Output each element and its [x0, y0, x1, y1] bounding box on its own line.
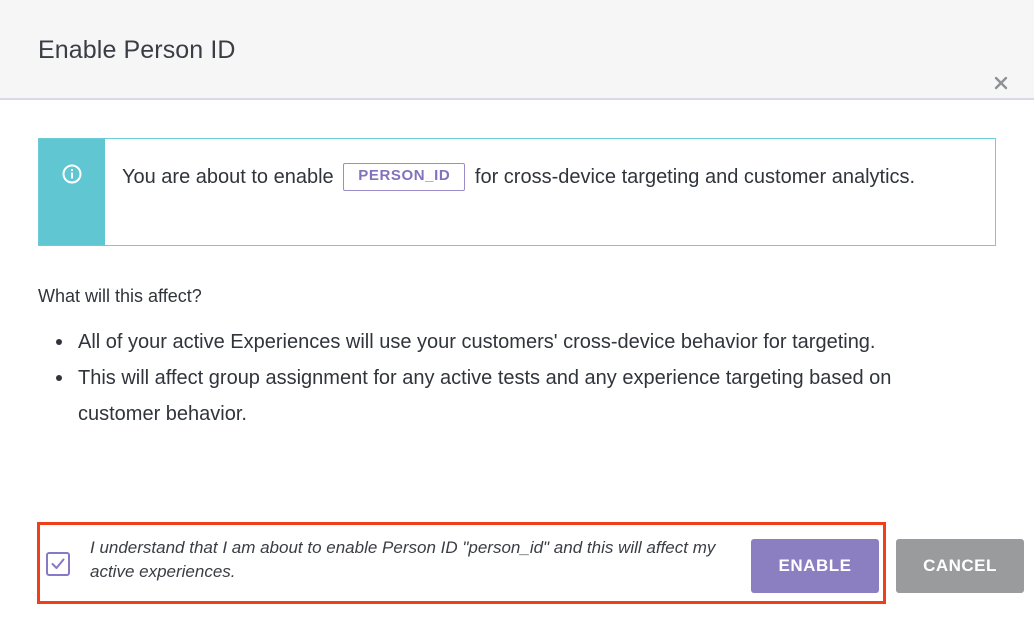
close-button[interactable] [986, 68, 1016, 98]
person-id-code-chip: PERSON_ID [343, 163, 466, 191]
info-callout: You are about to enable PERSON_ID for cr… [38, 138, 996, 246]
confirm-label[interactable]: I understand that I am about to enable P… [90, 536, 730, 584]
checkmark-icon [51, 558, 65, 569]
affect-list: All of your active Experiences will use … [54, 324, 954, 432]
callout-message: You are about to enable PERSON_ID for cr… [122, 157, 982, 197]
callout-accent-bar [39, 139, 105, 245]
callout-text-before: You are about to enable [122, 166, 334, 188]
close-icon [994, 76, 1008, 90]
enable-person-id-dialog: Enable Person ID You are about to enable… [0, 0, 1034, 620]
affect-list-item: This will affect group assignment for an… [54, 360, 954, 432]
enable-button[interactable]: ENABLE [751, 539, 879, 593]
affect-list-item: All of your active Experiences will use … [54, 324, 954, 360]
dialog-title: Enable Person ID [38, 36, 236, 64]
dialog-header: Enable Person ID [0, 0, 1034, 100]
confirm-checkbox[interactable] [46, 552, 70, 576]
affect-heading: What will this affect? [38, 286, 202, 306]
cancel-button[interactable]: CANCEL [896, 539, 1024, 593]
callout-text-after: for cross-device targeting and customer … [474, 166, 916, 188]
info-circle-icon [62, 164, 82, 184]
